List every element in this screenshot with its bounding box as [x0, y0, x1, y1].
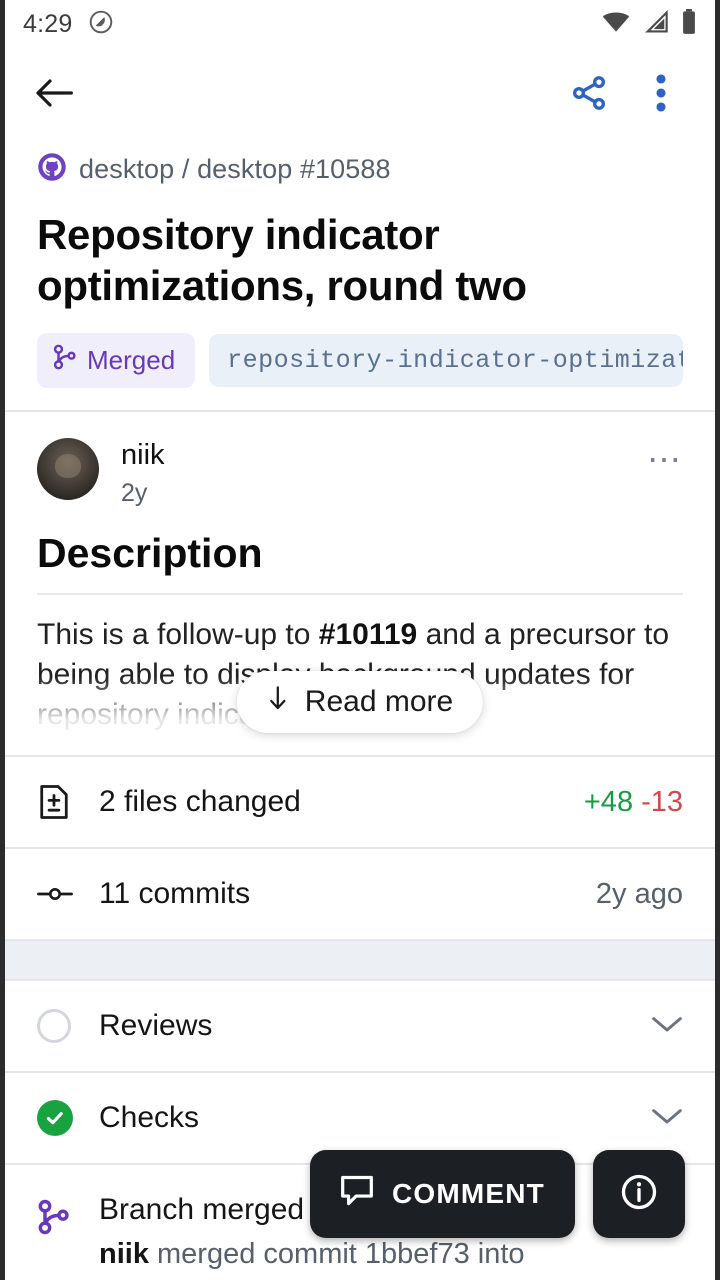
status-badge-label: Merged: [87, 345, 176, 376]
additions-count: +48: [583, 785, 634, 818]
author-timestamp: 2y: [121, 479, 148, 508]
status-bar: 4:29: [5, 0, 715, 48]
battery-icon: [681, 8, 697, 40]
author-row: niik 2y ⋯: [5, 412, 715, 508]
comment-button-label: COMMENT: [391, 1178, 545, 1209]
more-horizontal-icon[interactable]: ⋯: [647, 440, 683, 480]
section-spacer-band: [5, 939, 715, 982]
reviews-row[interactable]: Reviews: [5, 981, 715, 1071]
back-button[interactable]: [31, 70, 77, 116]
wifi-icon: [601, 10, 631, 39]
branch-chip[interactable]: repository-indicator-optimizatio: [209, 334, 683, 388]
overflow-menu-button[interactable]: [633, 65, 689, 121]
checks-label: Checks: [99, 1101, 200, 1135]
page-title: Repository indicator optimizations, roun…: [37, 211, 527, 310]
git-merge-icon: [37, 1193, 81, 1240]
author-name[interactable]: niik: [121, 438, 165, 473]
reviews-label: Reviews: [99, 1009, 213, 1043]
cellular-icon: [643, 9, 669, 39]
github-mark-icon: [37, 152, 67, 187]
description-body: This is a follow-up to #10119 and a prec…: [5, 595, 715, 756]
breadcrumb-label: desktop / desktop #10588: [79, 154, 391, 184]
commits-row[interactable]: 11 commits 2y ago: [5, 849, 715, 939]
issue-reference-link[interactable]: #10119: [319, 618, 417, 651]
read-more-label: Read more: [304, 685, 454, 719]
chevron-down-icon[interactable]: [651, 1106, 683, 1131]
git-commit-icon: [37, 882, 81, 906]
status-bar-time: 4:29: [23, 9, 73, 38]
file-diff-icon: [37, 784, 81, 820]
timeline-detail-text: merged commit 1bbef73 into development 2…: [99, 1238, 525, 1280]
timeline-detail: niik merged commit 1bbef73 into developm…: [99, 1235, 659, 1280]
status-badge: Merged: [37, 333, 196, 389]
read-more-button[interactable]: Read more: [236, 671, 484, 734]
status-bar-system-icons: [601, 8, 697, 40]
info-circle-icon: [619, 1172, 659, 1217]
floating-action-bar: COMMENT: [309, 1150, 685, 1238]
files-changed-label: 2 files changed: [99, 785, 301, 819]
circle-empty-icon: [37, 1009, 81, 1044]
commits-timestamp: 2y ago: [595, 877, 683, 910]
info-button[interactable]: [593, 1150, 685, 1238]
description-line1-post: and a precursor to: [417, 618, 670, 652]
breadcrumb[interactable]: desktop / desktop #10588: [37, 152, 683, 187]
pr-meta-chips: Merged repository-indicator-optimizatio: [37, 333, 683, 389]
timeline-actor[interactable]: niik: [99, 1238, 149, 1270]
comment-icon: [340, 1175, 374, 1214]
arrow-down-icon: [267, 685, 289, 719]
app-toolbar: [5, 48, 715, 138]
share-button[interactable]: [561, 65, 617, 121]
files-changed-row[interactable]: 2 files changed +48 -13: [5, 757, 715, 847]
notification-circle-icon: [88, 9, 114, 40]
chevron-down-icon[interactable]: [651, 1014, 683, 1039]
comment-button[interactable]: COMMENT: [309, 1150, 575, 1238]
status-bar-notification-area: [88, 9, 114, 40]
deletions-count: -13: [641, 785, 683, 818]
avatar[interactable]: [37, 438, 99, 501]
git-merge-icon: [53, 344, 77, 377]
description-line1-pre: This is a follow-up to: [37, 618, 319, 652]
phone-screen: 4:29 desktop / desktop #10588 Repository…: [0, 0, 720, 1280]
pr-header: desktop / desktop #10588 Repository indi…: [5, 138, 715, 410]
commits-label: 11 commits: [99, 877, 251, 911]
description-heading: Description: [37, 530, 263, 577]
diff-stat: +48 -13: [584, 786, 683, 819]
check-circle-icon: [37, 1100, 81, 1137]
